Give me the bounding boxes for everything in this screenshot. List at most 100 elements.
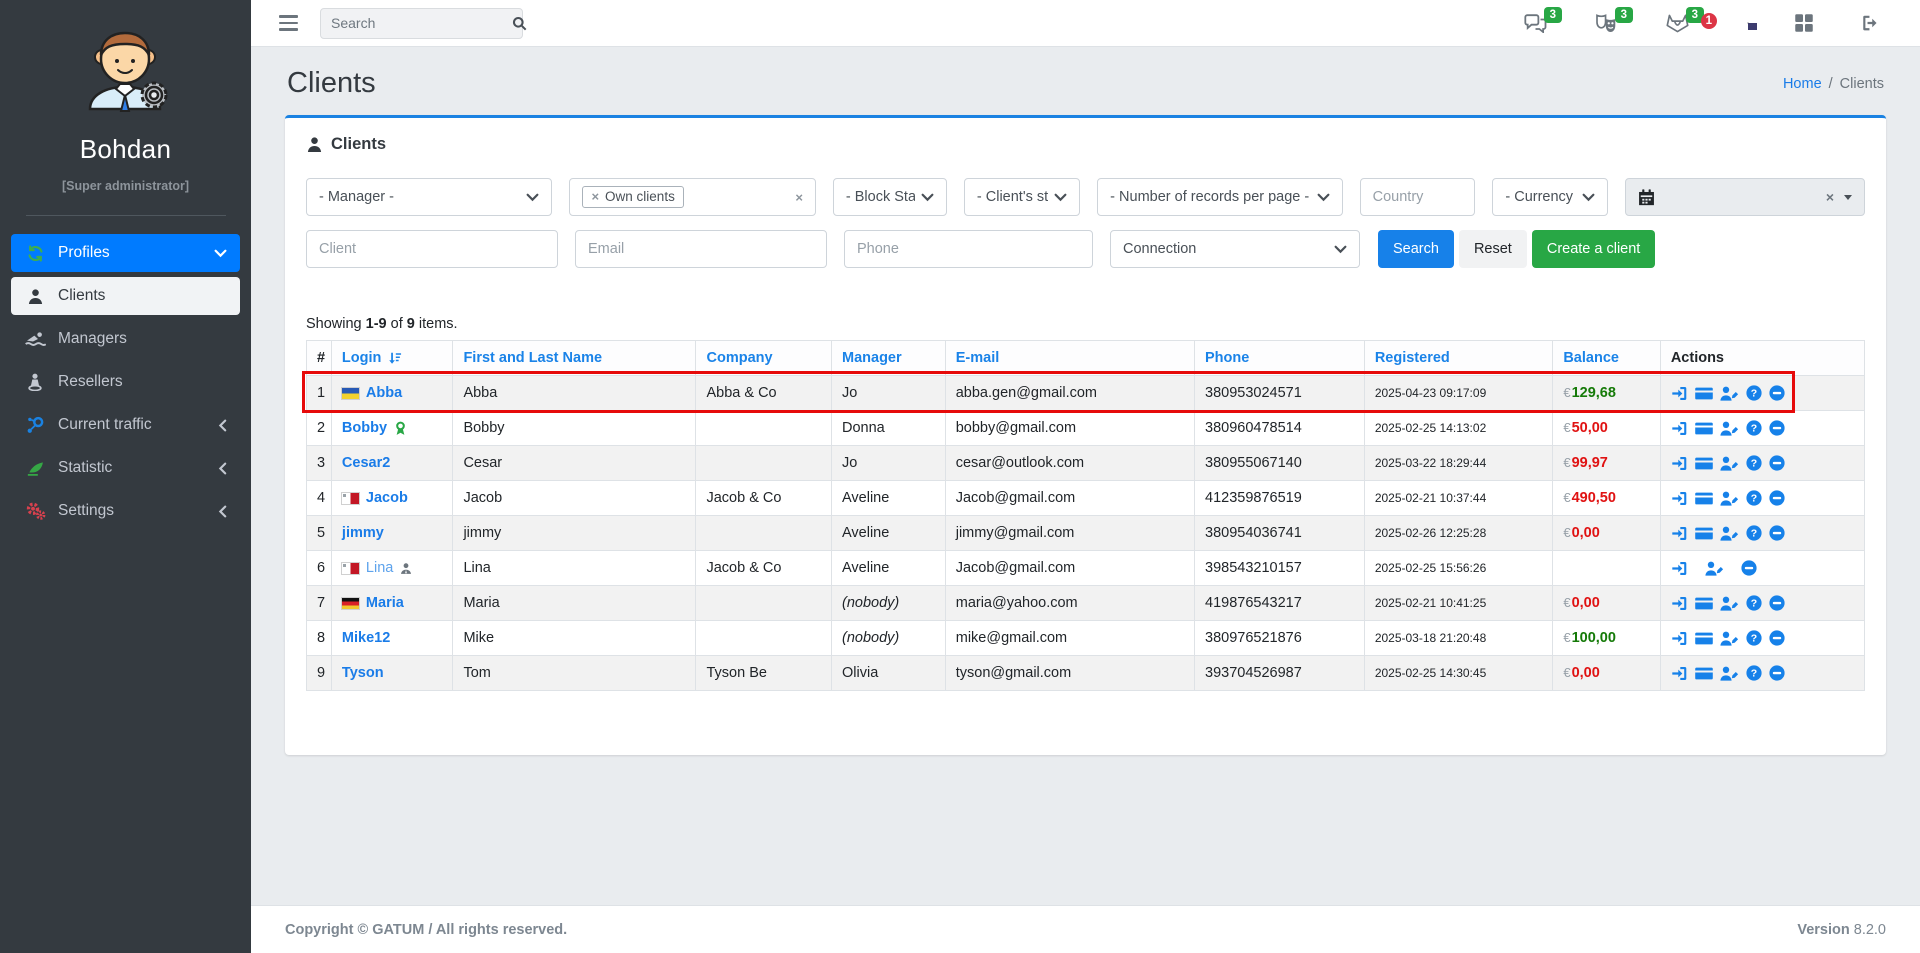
user-edit-icon[interactable] [1720,421,1739,436]
minus-circle-icon[interactable] [1769,525,1785,541]
clear-date-icon[interactable]: × [1826,189,1834,205]
login-column-header[interactable]: Login [331,341,453,376]
sign-in-icon[interactable] [1671,596,1688,611]
logout-button[interactable] [1860,14,1880,32]
client-login-link[interactable]: Mike12 [342,630,390,646]
sidebar-item-profiles[interactable]: Profiles [11,234,240,272]
apps-grid-button[interactable] [1794,13,1814,33]
minus-circle-icon[interactable] [1769,455,1785,471]
phone-field[interactable] [844,230,1093,268]
balance-column-header[interactable]: Balance [1553,341,1661,376]
sidebar-item-settings[interactable]: Settings [11,492,240,530]
global-search[interactable] [320,8,523,39]
manager-column-header[interactable]: Manager [832,341,946,376]
email-column-header[interactable]: E-mail [945,341,1194,376]
sidebar-item-resellers[interactable]: Resellers [11,363,240,401]
reset-button[interactable]: Reset [1459,230,1527,268]
menu-toggle-icon[interactable] [277,11,300,34]
phone-column-header[interactable]: Phone [1195,341,1365,376]
user-edit-icon[interactable] [1720,666,1739,681]
credit-card-icon[interactable] [1695,666,1713,681]
sign-in-icon[interactable] [1671,456,1688,471]
client-login-link[interactable]: Abba [366,385,402,401]
registered-column-header[interactable]: Registered [1364,341,1553,376]
table-row: 5jimmyjimmyAvelinejimmy@gmail.com3809540… [307,516,1865,551]
per-page-select[interactable]: - Number of records per page - [1097,178,1342,216]
user-edit-icon[interactable] [1720,631,1739,646]
client-status-select[interactable]: - Client's st [964,178,1080,216]
user-edit-icon[interactable] [1720,386,1739,401]
client-login-link[interactable]: Cesar2 [342,455,390,471]
name-column-header[interactable]: First and Last Name [453,341,696,376]
question-circle-icon[interactable]: ? [1746,420,1762,436]
company-column-header[interactable]: Company [696,341,832,376]
question-circle-icon[interactable]: ? [1746,665,1762,681]
remove-tag-icon[interactable]: × [591,189,599,204]
question-circle-icon[interactable]: ? [1746,490,1762,506]
credit-card-icon[interactable] [1695,631,1713,646]
sign-in-icon[interactable] [1671,526,1688,541]
credit-card-icon[interactable] [1695,526,1713,541]
minus-circle-icon[interactable] [1769,665,1785,681]
connection-select[interactable]: Connection [1110,230,1360,268]
sign-in-icon[interactable] [1671,491,1688,506]
client-login-link[interactable]: Lina [366,560,393,576]
chats-button[interactable]: 3 [1524,14,1548,33]
search-button[interactable]: Search [1378,230,1454,268]
sidebar-item-statistic[interactable]: Statistic [11,449,240,487]
user-edit-icon[interactable] [1720,491,1739,506]
question-circle-icon[interactable]: ? [1746,455,1762,471]
sidebar-item-managers[interactable]: Managers [11,320,240,358]
minus-circle-icon[interactable] [1769,385,1785,401]
client-login-link[interactable]: Jacob [366,490,408,506]
client-login-link[interactable]: Tyson [342,665,384,681]
credit-card-icon[interactable] [1695,596,1713,611]
sign-in-icon[interactable] [1671,421,1688,436]
clear-multiselect-icon[interactable]: × [795,190,803,205]
client-input[interactable] [319,241,545,257]
client-login-link[interactable]: Maria [366,595,404,611]
minus-circle-icon[interactable] [1769,595,1785,611]
user-edit-icon[interactable] [1720,456,1739,471]
question-circle-icon[interactable]: ? [1746,630,1762,646]
country-field[interactable] [1360,178,1476,216]
minus-circle-icon[interactable] [1769,630,1785,646]
sign-in-icon[interactable] [1671,631,1688,646]
date-range-picker[interactable]: × [1625,178,1865,216]
currency-select[interactable]: - Currency - [1492,178,1608,216]
minus-circle-icon[interactable] [1769,420,1785,436]
sidebar-item-clients[interactable]: Clients [11,277,240,315]
email-input[interactable] [588,241,814,257]
manager-select[interactable]: - Manager - [306,178,552,216]
question-circle-icon[interactable]: ? [1746,385,1762,401]
sidebar-item-current-traffic[interactable]: Current traffic [11,406,240,444]
minus-circle-icon[interactable] [1769,490,1785,506]
client-login-link[interactable]: Bobby [342,420,387,436]
masks-button[interactable]: 3 [1594,14,1619,33]
block-status-select[interactable]: - Block Stat [833,178,947,216]
search-input[interactable] [331,15,512,31]
client-type-multiselect[interactable]: × Own clients × [569,178,815,216]
credit-card-icon[interactable] [1695,456,1713,471]
email-field[interactable] [575,230,827,268]
user-edit-icon[interactable] [1720,526,1739,541]
client-login-link[interactable]: jimmy [342,525,384,541]
user-edit-icon[interactable] [1720,596,1739,611]
credit-card-icon[interactable] [1695,421,1713,436]
question-circle-icon[interactable]: ? [1746,595,1762,611]
country-input[interactable] [1373,189,1463,205]
breadcrumb-home-link[interactable]: Home [1783,76,1822,92]
credit-card-icon[interactable] [1695,386,1713,401]
phone-input[interactable] [857,241,1080,257]
credit-card-icon[interactable] [1695,491,1713,506]
sign-in-icon[interactable] [1671,561,1688,576]
minus-circle-icon[interactable] [1741,560,1757,576]
row-index-cell: 4 [307,481,332,516]
client-field[interactable] [306,230,558,268]
question-circle-icon[interactable]: ? [1746,525,1762,541]
create-client-button[interactable]: Create a client [1532,230,1656,268]
gitlab-button[interactable]: 3 1 [1665,14,1690,33]
user-edit-icon[interactable] [1705,561,1724,576]
sign-in-icon[interactable] [1671,386,1688,401]
sign-in-icon[interactable] [1671,666,1688,681]
